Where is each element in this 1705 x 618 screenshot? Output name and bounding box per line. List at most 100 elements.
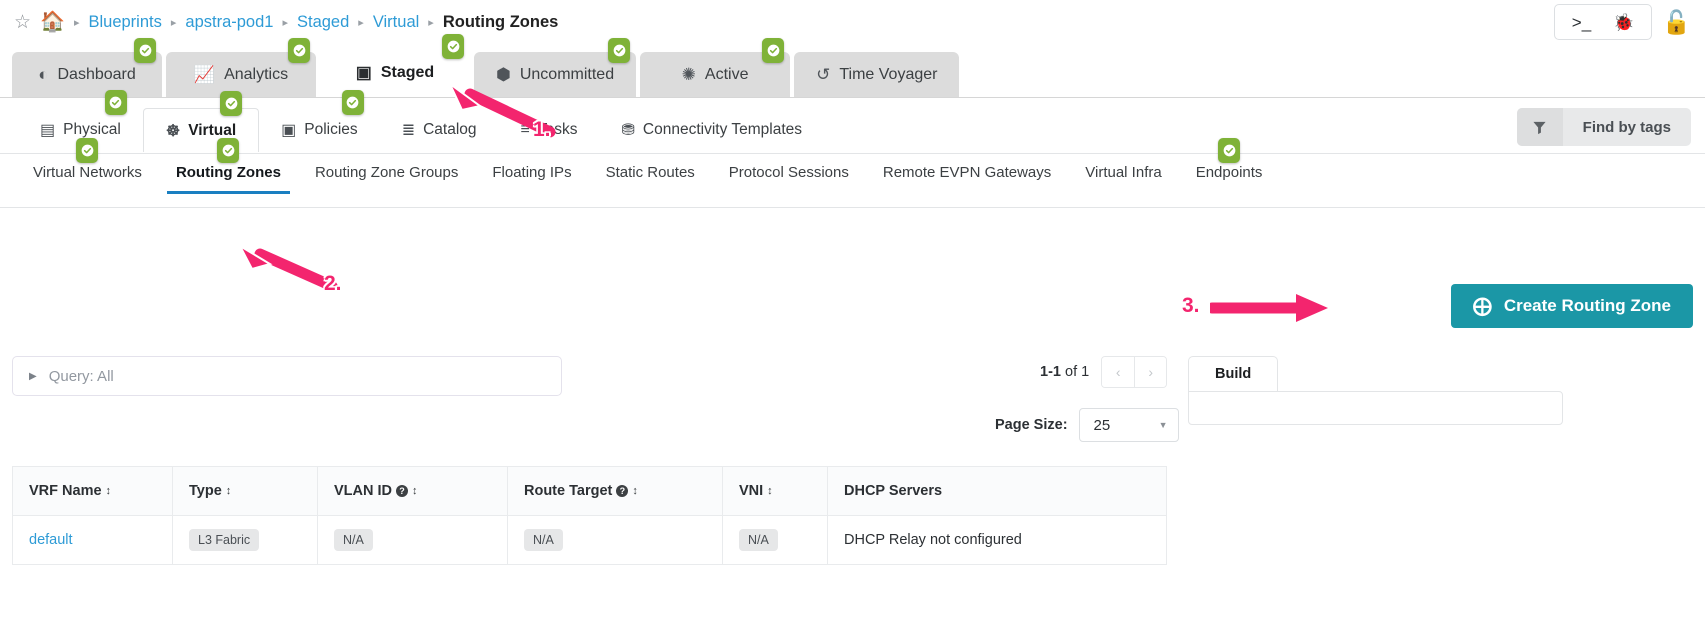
pagination-total: of 1 (1065, 364, 1090, 380)
secondary-tab-strip: ▤ Physical ☸ Virtual ▣ Policies ≣ Catalo… (18, 90, 825, 152)
tab-connectivity-templates[interactable]: ⛃ Connectivity Templates (600, 108, 825, 152)
help-question-icon[interactable]: ? (396, 485, 408, 497)
sort-arrows-icon[interactable]: ↕ (106, 485, 111, 497)
tab-routing-zone-groups[interactable]: Routing Zone Groups (298, 164, 475, 194)
tab-virtual-networks[interactable]: Virtual Networks (16, 138, 159, 194)
tab-catalog[interactable]: ≣ Catalog (380, 108, 499, 152)
build-panel-body (1188, 391, 1563, 425)
breadcrumb-separator: ▸ (358, 16, 364, 29)
status-check-badge (608, 38, 631, 63)
cell-vni: N/A (722, 515, 828, 565)
sort-arrows-icon[interactable]: ↕ (226, 485, 231, 497)
breadcrumb-item-apstra-pod1[interactable]: apstra-pod1 (185, 13, 273, 32)
status-check-badge (288, 38, 310, 63)
find-by-tags-label: Find by tags (1582, 118, 1671, 136)
column-label: Type (189, 483, 222, 499)
breadcrumb-separator: ▸ (282, 16, 288, 29)
analytics-chart-icon: 📈 (193, 65, 216, 84)
expand-triangle-icon[interactable]: ▶ (29, 371, 37, 382)
page-size-label: Page Size: (995, 417, 1068, 433)
column-header-type[interactable]: Type ↕ (172, 466, 318, 516)
tab-analytics[interactable]: 📈 Analytics (166, 38, 316, 98)
policy-shield-icon: ▣ (281, 122, 297, 139)
tab-label: Dashboard (57, 66, 136, 83)
tab-active[interactable]: ✺ Active (640, 38, 791, 98)
status-check-badge (134, 38, 156, 63)
status-check-badge (217, 138, 240, 163)
status-check-badge (442, 34, 464, 59)
terminal-icon[interactable]: >_ (1572, 14, 1591, 31)
tab-protocol-sessions[interactable]: Protocol Sessions (712, 164, 866, 194)
status-check-badge (104, 90, 127, 115)
tab-virtual-infra[interactable]: Virtual Infra (1068, 164, 1178, 194)
tab-floating-ips[interactable]: Floating IPs (475, 164, 588, 194)
table-row: default L3 Fabric N/A N/A N/A DHCP Relay… (12, 515, 1167, 565)
breadcrumb-item-routing-zones: Routing Zones (442, 12, 559, 31)
query-filter-box[interactable]: ▶ Query: All (12, 356, 562, 396)
column-label: DHCP Servers (844, 483, 943, 499)
tab-uncommitted[interactable]: ⬢ Uncommitted (474, 38, 637, 98)
column-header-vni[interactable]: VNI ↕ (722, 466, 828, 516)
utility-icon-group: >_ 🐞 (1553, 4, 1653, 40)
tab-endpoints[interactable]: Endpoints (1179, 138, 1280, 194)
tab-label: Policies (304, 121, 358, 138)
breadcrumb-item-virtual[interactable]: Virtual (373, 13, 419, 32)
tab-label: Time Voyager (839, 66, 938, 83)
chevron-down-icon: ▼ (1158, 420, 1168, 430)
column-header-vlan-id[interactable]: VLAN ID ? ↕ (317, 466, 508, 516)
annotation-number-2: 2. (324, 272, 342, 295)
uncommitted-cube-icon: ⬢ (496, 65, 511, 84)
tab-label: Analytics (224, 66, 289, 83)
tab-label: Catalog (423, 121, 477, 138)
breadcrumb-item-staged[interactable]: Staged (297, 13, 349, 32)
create-routing-zone-button[interactable]: ⨁ Create Routing Zone (1450, 284, 1693, 328)
tab-label: Virtual (188, 121, 237, 139)
annotation-number-3: 3. (1182, 294, 1200, 317)
routing-zone-link[interactable]: default (29, 532, 73, 548)
tab-label: Active (704, 66, 749, 83)
breadcrumb-bar: ☆ 🏠 ▸ Blueprints ▸ apstra-pod1 ▸ Staged … (0, 0, 1705, 44)
cell-dhcp-servers: DHCP Relay not configured (827, 515, 1167, 565)
tab-dashboard[interactable]: ◐ Dashboard (12, 38, 162, 98)
home-icon[interactable]: 🏠 (40, 12, 65, 32)
tab-remote-evpn-gateways[interactable]: Remote EVPN Gateways (866, 164, 1068, 194)
pagination-next-button[interactable]: › (1134, 357, 1167, 387)
page-size-select[interactable]: 25 ▼ (1078, 408, 1179, 442)
primary-tab-strip: ◐ Dashboard 📈 Analytics ▣ Staged ⬢ Uncom… (12, 34, 963, 98)
sort-arrows-icon[interactable]: ↕ (412, 485, 417, 497)
table-head: VRF Name ↕ Type ↕ VLAN ID ? ↕ Route Targ… (12, 466, 1167, 516)
tab-label: Floating IPs (492, 164, 572, 181)
find-by-tags-button[interactable]: Find by tags (1516, 108, 1691, 146)
unlock-padlock-icon[interactable]: 🔓 (1662, 10, 1695, 34)
annotation-number-1: 1. (533, 118, 551, 141)
tab-time-voyager[interactable]: ↺ Time Voyager (794, 52, 960, 98)
page-size-control: Page Size: 25 ▼ (995, 408, 1179, 442)
history-clock-icon: ↺ (816, 65, 831, 84)
column-label: VNI (739, 483, 764, 499)
status-check-badge (1218, 138, 1241, 163)
sort-arrows-icon[interactable]: ↕ (632, 485, 637, 497)
tab-virtual[interactable]: ☸ Virtual (142, 91, 260, 152)
breadcrumb-separator: ▸ (73, 16, 80, 29)
tab-routing-zones[interactable]: Routing Zones (159, 138, 298, 194)
tab-policies[interactable]: ▣ Policies (259, 90, 380, 152)
rack-icon: ▤ (40, 122, 56, 139)
tab-build[interactable]: Build (1188, 356, 1279, 391)
status-check-badge (76, 138, 99, 163)
column-header-route-target[interactable]: Route Target ? ↕ (507, 466, 723, 516)
tab-label: Routing Zones (175, 164, 281, 181)
tab-label: Staged (380, 64, 435, 81)
breadcrumb-separator: ▸ (170, 16, 177, 29)
tab-label: Physical (63, 121, 121, 138)
help-question-icon[interactable]: ? (616, 485, 629, 497)
bug-icon[interactable]: 🐞 (1613, 14, 1634, 31)
pagination-prev-button[interactable]: ‹ (1102, 357, 1135, 387)
column-header-vrf-name[interactable]: VRF Name ↕ (12, 466, 173, 516)
status-check-badge (341, 90, 364, 115)
breadcrumb-item-blueprints[interactable]: Blueprints (88, 13, 161, 32)
favorite-star-icon[interactable]: ☆ (14, 13, 31, 32)
pagination-controls: 1-1 of 1 ‹ › (1040, 356, 1168, 388)
sort-arrows-icon[interactable]: ↕ (767, 485, 772, 497)
status-check-badge (762, 38, 785, 63)
tab-static-routes[interactable]: Static Routes (589, 164, 712, 194)
